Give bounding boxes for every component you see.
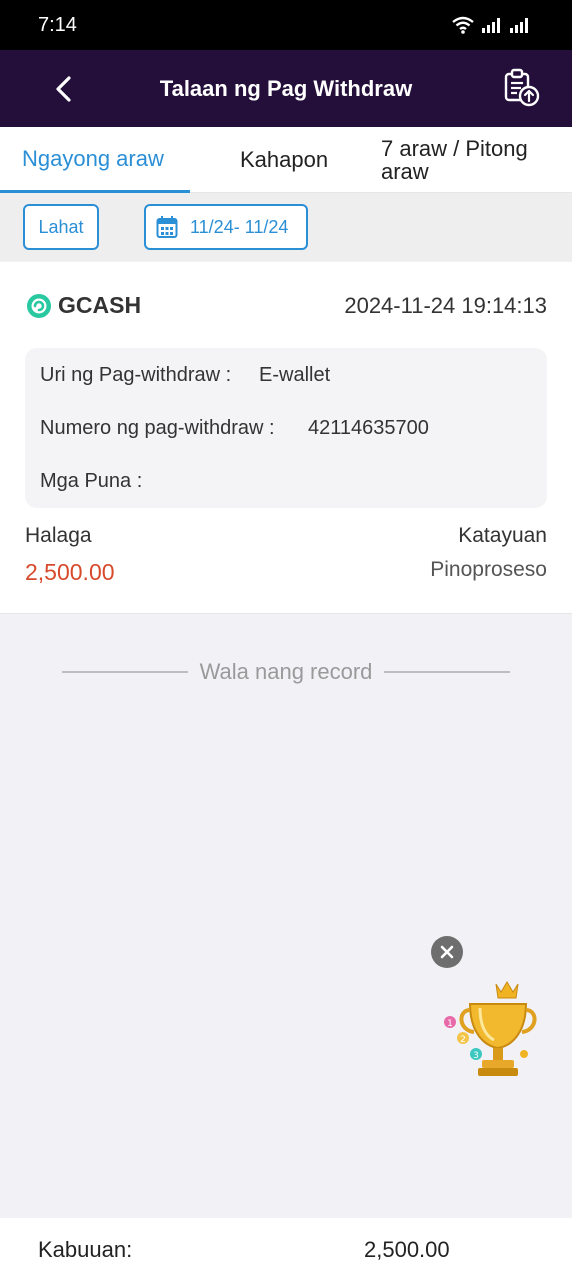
- withdraw-number-value: 42114635700: [308, 417, 429, 439]
- upload-record-icon: [504, 68, 540, 107]
- withdraw-type-value: E-wallet: [259, 364, 331, 386]
- app-header: Talaan ng Pag Withdraw: [0, 50, 572, 127]
- filter-all-button[interactable]: Lahat: [23, 204, 99, 250]
- upload-record-button[interactable]: [502, 68, 542, 108]
- divider-right: [384, 671, 510, 673]
- amount-value: 2,500.00: [25, 559, 115, 585]
- date-range-button[interactable]: 11/24- 11/24: [144, 204, 308, 250]
- gcash-logo-icon: [27, 293, 51, 318]
- trophy-icon: 1 2 3: [444, 981, 537, 1076]
- date-range-label: 11/24- 11/24: [190, 216, 289, 237]
- tab-seven-days[interactable]: 7 araw / Pitong araw: [381, 127, 561, 193]
- wifi-icon: [452, 16, 474, 34]
- status-value: Pinoproseso: [430, 558, 547, 581]
- amount-label: Halaga: [25, 524, 92, 547]
- brand-name: GCASH: [58, 292, 142, 318]
- signal-icon: [482, 18, 500, 33]
- remarks-label: Mga Puna :: [40, 470, 143, 492]
- no-more-records: Wala nang record: [62, 656, 510, 688]
- calendar-icon: [156, 216, 178, 238]
- withdraw-number-row: Numero ng pag-withdraw : 42114635700: [40, 417, 429, 440]
- svg-text:1: 1: [447, 1019, 453, 1029]
- tab-today[interactable]: Ngayong araw: [0, 127, 190, 193]
- status-label: Katayuan: [458, 524, 547, 547]
- status-time: 7:14: [38, 13, 77, 36]
- svg-text:3: 3: [473, 1051, 479, 1061]
- total-footer: Kabuuan: 2,500.00: [0, 1218, 572, 1280]
- withdraw-record-card[interactable]: GCASH 2024-11-24 19:14:13 Uri ng Pag-wit…: [0, 262, 572, 614]
- payment-brand: GCASH: [26, 292, 141, 319]
- withdraw-type-row: Uri ng Pag-withdraw : E-wallet: [40, 364, 330, 387]
- date-tabs: Ngayong araw Kahapon 7 araw / Pitong ara…: [0, 127, 572, 193]
- withdraw-type-label: Uri ng Pag-withdraw :: [40, 364, 232, 386]
- close-icon: [440, 945, 454, 959]
- withdraw-number-label: Numero ng pag-withdraw :: [40, 417, 275, 439]
- filter-bar: Lahat 11/24- 11/24: [0, 193, 572, 261]
- back-arrow-icon: [56, 76, 71, 102]
- back-button[interactable]: [48, 74, 78, 104]
- divider-left: [62, 671, 188, 673]
- no-more-records-text: Wala nang record: [199, 659, 373, 684]
- total-label: Kabuuan:: [38, 1237, 133, 1262]
- page-title: Talaan ng Pag Withdraw: [159, 75, 413, 101]
- tab-yesterday[interactable]: Kahapon: [240, 127, 328, 193]
- trophy-promo[interactable]: 1 2 3: [440, 976, 540, 1080]
- svg-text:2: 2: [460, 1035, 466, 1045]
- status-bar: 7:14: [0, 0, 572, 50]
- close-promo-button[interactable]: [431, 936, 463, 968]
- remarks-row: Mga Puna :: [40, 470, 142, 493]
- signal-2-icon: [510, 18, 528, 33]
- total-value: 2,500.00: [364, 1237, 450, 1262]
- record-details: Uri ng Pag-withdraw : E-wallet Numero ng…: [25, 348, 547, 508]
- record-datetime: 2024-11-24 19:14:13: [344, 293, 547, 318]
- system-icons: [452, 16, 534, 34]
